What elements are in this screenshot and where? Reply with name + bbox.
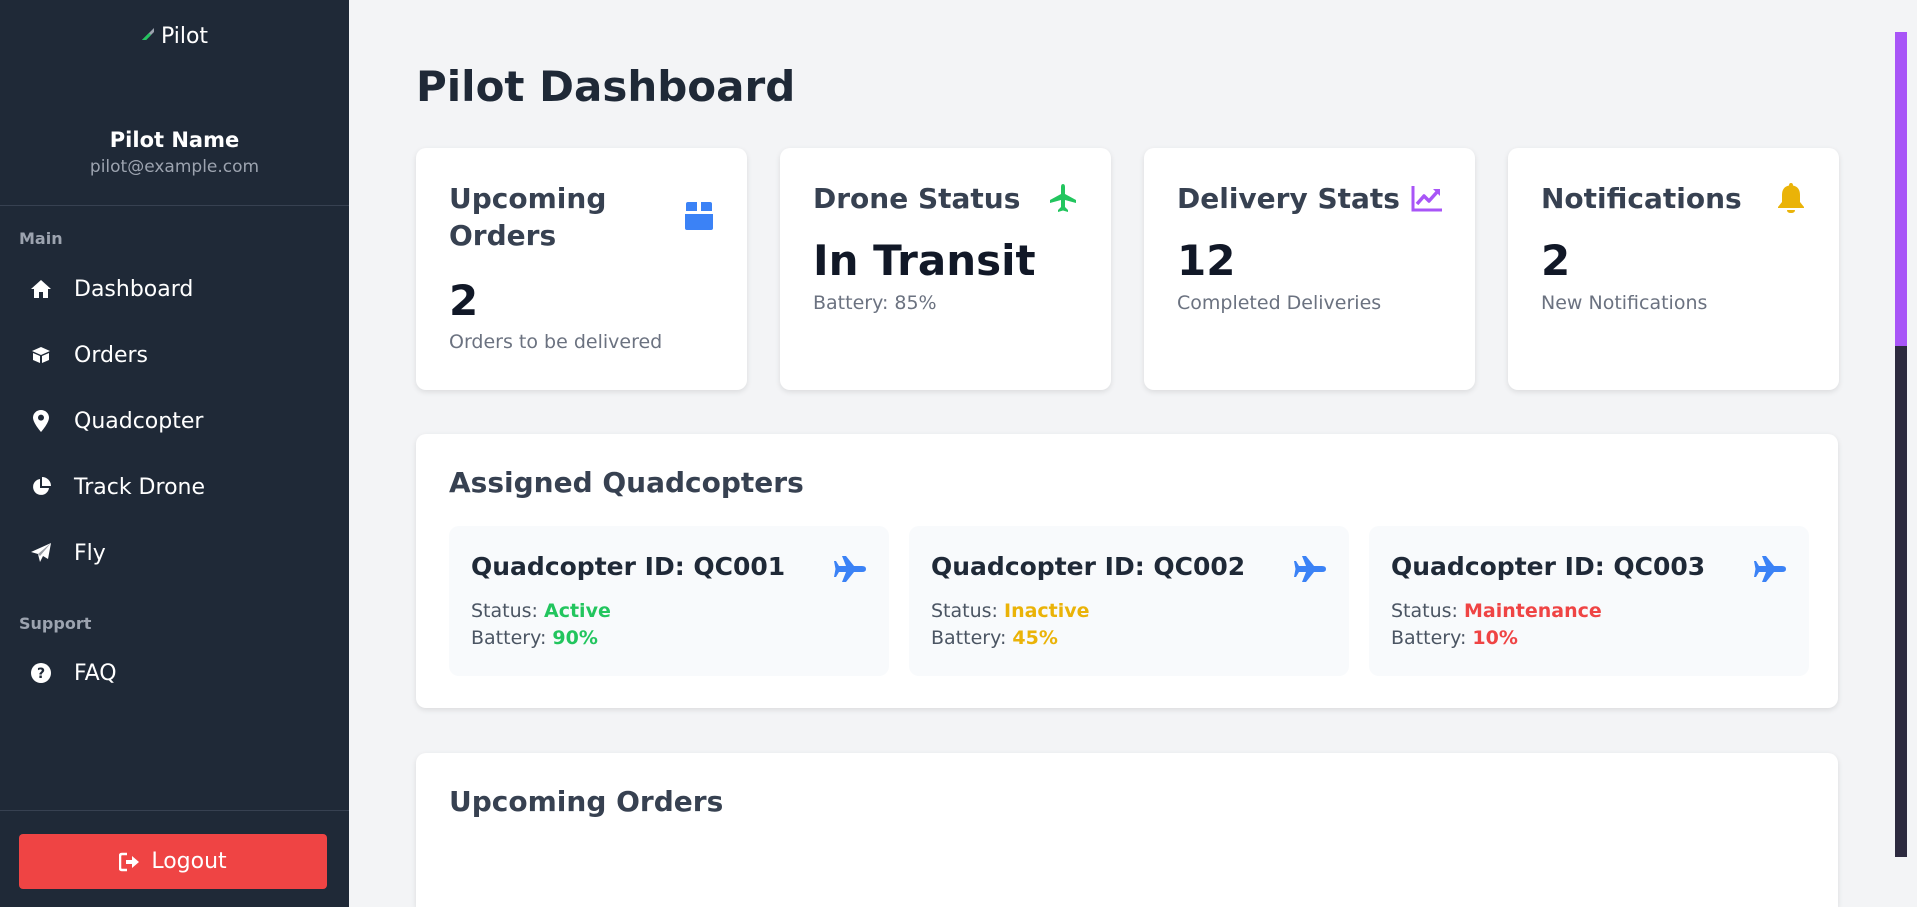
- battery-label: Battery:: [1391, 627, 1467, 649]
- trend-chart-icon: [1411, 182, 1443, 214]
- sidebar-item-faq[interactable]: ? FAQ: [0, 647, 349, 699]
- sidebar-divider: [0, 810, 349, 811]
- sidebar-item-label: Fly: [74, 540, 106, 566]
- panel-title: Upcoming Orders: [449, 785, 724, 818]
- stat-card-title: Notifications: [1541, 182, 1742, 215]
- svg-text:?: ?: [37, 666, 45, 682]
- battery-label: Battery:: [931, 627, 1007, 649]
- stat-card-subtitle: New Notifications: [1541, 292, 1708, 314]
- upcoming-orders-panel: Upcoming Orders: [416, 753, 1838, 907]
- quadcopter-status: Status: Maintenance: [1391, 600, 1602, 622]
- home-icon: [30, 278, 52, 300]
- bell-icon: [1775, 182, 1807, 214]
- stat-card-subtitle: Orders to be delivered: [449, 331, 663, 353]
- brand-name: Pilot: [160, 24, 209, 49]
- plane-icon: [1753, 552, 1787, 586]
- pie-chart-icon: [30, 476, 52, 498]
- logo-icon: [141, 22, 155, 40]
- status-label: Status:: [931, 600, 998, 622]
- logout-label: Logout: [151, 849, 227, 874]
- sidebar-divider: [0, 205, 349, 206]
- quadcopter-card[interactable]: Quadcopter ID: QC002 Status: Inactive Ba…: [909, 526, 1349, 676]
- stat-card-value: 12: [1177, 236, 1236, 285]
- scrollbar-thumb[interactable]: [1895, 32, 1907, 346]
- sidebar-item-label: Dashboard: [74, 276, 194, 302]
- stat-card-title: Delivery Stats: [1177, 182, 1400, 215]
- panel-title: Assigned Quadcopters: [449, 466, 804, 499]
- quadcopter-title: Quadcopter ID: QC003: [1391, 552, 1706, 581]
- scrollbar[interactable]: [1895, 32, 1907, 857]
- sidebar-item-quadcopter[interactable]: Quadcopter: [0, 395, 349, 447]
- logout-button[interactable]: Logout: [19, 834, 327, 889]
- battery-value: 10%: [1472, 627, 1518, 649]
- battery-value: 45%: [1012, 627, 1058, 649]
- quadcopter-card[interactable]: Quadcopter ID: QC001 Status: Active Batt…: [449, 526, 889, 676]
- stat-card-drone-status[interactable]: Drone Status In Transit Battery: 85%: [780, 148, 1111, 390]
- sidebar-item-track-drone[interactable]: Track Drone: [0, 461, 349, 513]
- sign-out-icon: [119, 851, 141, 873]
- sidebar-item-label: FAQ: [74, 660, 117, 686]
- stat-card-title: Drone Status: [813, 182, 1021, 215]
- paper-plane-icon: [30, 542, 52, 564]
- status-value: Active: [544, 600, 611, 622]
- sidebar-item-label: Quadcopter: [74, 408, 204, 434]
- stat-card-upcoming-orders[interactable]: Upcoming Orders 2 Orders to be delivered: [416, 148, 747, 390]
- profile: Pilot Name pilot@example.com: [0, 128, 349, 177]
- status-value: Maintenance: [1464, 600, 1602, 622]
- assigned-quadcopters-panel: Assigned Quadcopters Quadcopter ID: QC00…: [416, 434, 1838, 708]
- profile-name: Pilot Name: [109, 128, 240, 152]
- brand[interactable]: Pilot: [0, 22, 349, 49]
- map-pin-icon: [30, 410, 52, 432]
- sidebar-item-label: Track Drone: [74, 474, 206, 500]
- quadcopter-battery: Battery: 90%: [471, 627, 598, 649]
- sidebar: Pilot Pilot Name pilot@example.com Main …: [0, 0, 349, 907]
- quadcopter-battery: Battery: 10%: [1391, 627, 1518, 649]
- plane-icon: [1047, 182, 1079, 214]
- stat-card-title: Upcoming Orders: [449, 182, 607, 252]
- page-title: Pilot Dashboard: [416, 62, 796, 111]
- quadcopter-title: Quadcopter ID: QC002: [931, 552, 1246, 581]
- quadcopter-card[interactable]: Quadcopter ID: QC003 Status: Maintenance…: [1369, 526, 1809, 676]
- sidebar-item-orders[interactable]: Orders: [0, 329, 349, 381]
- sidebar-item-label: Orders: [74, 342, 148, 368]
- sidebar-item-dashboard[interactable]: Dashboard: [0, 263, 349, 315]
- box-icon: [683, 200, 715, 232]
- sidebar-item-fly[interactable]: Fly: [0, 527, 349, 579]
- battery-value: 90%: [552, 627, 598, 649]
- stat-card-value: 2: [449, 276, 479, 325]
- stat-card-notifications[interactable]: Notifications 2 New Notifications: [1508, 148, 1839, 390]
- status-label: Status:: [1391, 600, 1458, 622]
- profile-email: pilot@example.com: [89, 157, 260, 177]
- section-label-main: Main: [19, 229, 63, 248]
- quadcopter-battery: Battery: 45%: [931, 627, 1058, 649]
- plane-icon: [1293, 552, 1327, 586]
- quadcopter-title: Quadcopter ID: QC001: [471, 552, 786, 581]
- stat-card-subtitle: Battery: 85%: [813, 292, 937, 314]
- quadcopter-status: Status: Inactive: [931, 600, 1090, 622]
- box-icon: [30, 344, 52, 366]
- main-content: Pilot Dashboard Upcoming Orders 2 Orders…: [349, 0, 1917, 907]
- battery-label: Battery:: [471, 627, 547, 649]
- stat-card-delivery-stats[interactable]: Delivery Stats 12 Completed Deliveries: [1144, 148, 1475, 390]
- quadcopter-status: Status: Active: [471, 600, 611, 622]
- section-label-support: Support: [19, 614, 92, 633]
- status-label: Status:: [471, 600, 538, 622]
- status-value: Inactive: [1004, 600, 1090, 622]
- stat-card-subtitle: Completed Deliveries: [1177, 292, 1382, 314]
- question-icon: ?: [30, 662, 52, 684]
- stat-card-value: 2: [1541, 236, 1571, 285]
- stat-card-value: In Transit: [813, 236, 1036, 285]
- plane-icon: [833, 552, 867, 586]
